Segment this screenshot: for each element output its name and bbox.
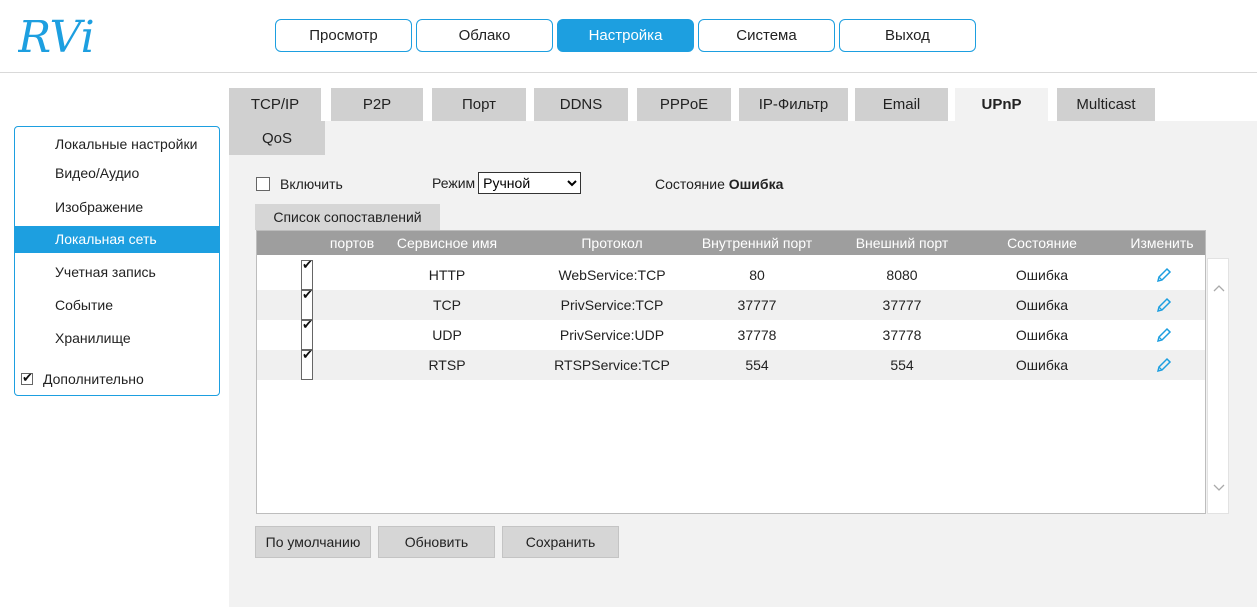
sidebar-item-network[interactable]: Локальная сеть [15,226,219,253]
col-ports: портов [329,235,375,251]
status-value: Ошибка [728,176,784,192]
tab-multicast[interactable]: Multicast [1057,88,1155,121]
chevron-down-icon[interactable] [1213,479,1225,495]
enable-row: Включить [256,176,343,192]
pencil-icon[interactable] [1152,350,1176,380]
table-row: HTTP WebService:TCP 80 8080 Ошибка [257,257,1205,290]
nav-view-button[interactable]: Просмотр [275,19,412,52]
table-row: RTSP RTSPService:TCP 554 554 Ошибка [257,347,1205,380]
advanced-checkbox[interactable] [21,370,33,386]
mode-row: Режим Ручной [432,172,582,194]
col-edit: Изменить [1130,235,1194,251]
cell-status: Ошибка [1015,327,1069,343]
tab-email[interactable]: Email [855,88,948,121]
mode-label: Режим [432,175,476,191]
col-external-port: Внешний порт [855,235,949,251]
logo-text: RVi [18,12,95,63]
save-button[interactable]: Сохранить [502,526,619,558]
refresh-button[interactable]: Обновить [378,526,495,558]
sidebar: Локальные настройки Видео/Аудио Изображе… [14,126,220,396]
sidebar-item-event[interactable]: Событие [15,292,219,319]
chevron-up-icon[interactable] [1213,279,1225,295]
tab-ddns[interactable]: DDNS [534,88,628,121]
cell-service: TCP [433,297,461,313]
cell-protocol: PrivService:UDP [559,327,665,343]
tab-p2p[interactable]: P2P [331,88,423,121]
header-divider [0,72,1257,73]
tab-tcpip[interactable]: TCP/IP [229,88,321,121]
cell-internal-port: 37777 [737,297,777,313]
cell-protocol: PrivService:TCP [560,297,664,313]
nav-settings-button[interactable]: Настройка [557,19,694,52]
cell-status: Ошибка [1015,357,1069,373]
advanced-label: Дополнительно [43,371,144,387]
cell-service: HTTP [428,267,466,283]
status-row: Состояние Ошибка [655,176,783,192]
row-checkbox[interactable] [301,287,313,320]
sidebar-item-account[interactable]: Учетная запись [15,259,219,286]
cell-protocol: WebService:TCP [558,267,666,283]
default-button[interactable]: По умолчанию [255,526,371,558]
sidebar-item-storage[interactable]: Хранилище [15,325,219,352]
col-internal-port: Внутренний порт [701,235,813,251]
mapping-table: портов Сервисное имя Протокол Внутренний… [256,230,1206,514]
col-status: Состояние [1007,235,1077,251]
row-checkbox[interactable] [301,317,313,350]
table-row: UDP PrivService:UDP 37778 37778 Ошибка [257,317,1205,350]
table-scrollbar[interactable] [1207,258,1229,514]
tab-upnp[interactable]: UPnP [955,88,1048,121]
tab-port[interactable]: Порт [432,88,526,121]
table-row: TCP PrivService:TCP 37777 37777 Ошибка [257,287,1205,320]
top-navigation: Просмотр Облако Настройка Система Выход [275,19,976,52]
pencil-icon[interactable] [1152,290,1176,320]
nav-cloud-button[interactable]: Облако [416,19,553,52]
cell-external-port: 37778 [882,327,922,343]
cell-status: Ошибка [1015,267,1069,283]
mode-select[interactable]: Ручной [478,172,582,194]
cell-service: RTSP [428,357,466,373]
cell-internal-port: 554 [745,357,769,373]
pencil-icon[interactable] [1152,320,1176,350]
enable-label: Включить [280,176,343,192]
cell-internal-port: 37778 [737,327,777,343]
tab-ip-filter[interactable]: IP-Фильтр [739,88,848,121]
mapping-list-tab[interactable]: Список сопоставлений [255,204,440,230]
nav-exit-button[interactable]: Выход [839,19,976,52]
tab-pppoe[interactable]: PPPoE [637,88,731,121]
sidebar-item-video-audio[interactable]: Видео/Аудио [15,160,219,187]
cell-external-port: 554 [890,357,914,373]
rvi-logo: RVi [17,10,128,64]
tab-qos[interactable]: QoS [229,121,325,155]
cell-external-port: 8080 [886,267,918,283]
table-header: портов Сервисное имя Протокол Внутренний… [257,231,1205,255]
cell-internal-port: 80 [749,267,765,283]
nav-system-button[interactable]: Система [698,19,835,52]
cell-status: Ошибка [1015,297,1069,313]
sidebar-advanced[interactable]: Дополнительно [21,369,144,389]
col-protocol: Протокол [581,235,643,251]
row-checkbox[interactable] [301,257,313,290]
pencil-icon[interactable] [1152,260,1176,290]
sidebar-item-image[interactable]: Изображение [15,194,219,221]
sidebar-item-local-settings[interactable]: Локальные настройки [15,131,219,158]
cell-service: UDP [432,327,462,343]
row-checkbox[interactable] [301,347,313,380]
enable-checkbox[interactable] [256,177,270,191]
cell-protocol: RTSPService:TCP [554,357,670,373]
col-service-name: Сервисное имя [396,235,498,251]
status-label: Состояние [655,176,725,192]
cell-external-port: 37777 [882,297,922,313]
